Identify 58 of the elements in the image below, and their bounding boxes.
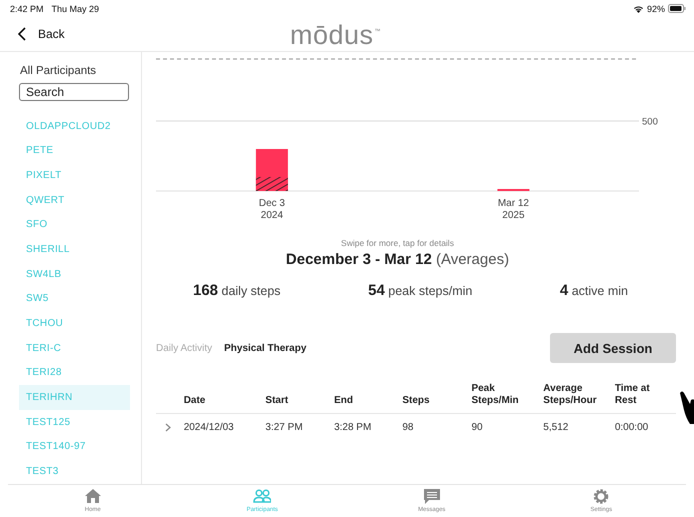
chevron-left-icon — [18, 27, 26, 41]
participant-item[interactable]: SFO — [19, 212, 130, 238]
logo-wordmark: mōdus — [290, 20, 374, 50]
column-header: Start — [265, 383, 334, 414]
status-time: 2:42 PM — [10, 4, 44, 14]
axis-category-label: Dec 3 — [258, 198, 285, 209]
table-cell: 3:28 PM — [334, 414, 402, 441]
participant-item[interactable]: TCHOU — [19, 311, 130, 336]
participant-item[interactable]: PIXELT — [19, 163, 130, 188]
stat-text: 4 active min — [560, 282, 628, 299]
search-field[interactable]: Search — [19, 83, 129, 101]
chart-hint: Swipe for more, tap for details — [340, 238, 455, 248]
battery-percentage: 92% — [646, 4, 665, 14]
segment-tab[interactable]: Physical Therapy — [224, 342, 306, 354]
participant-item[interactable]: QWERT — [19, 188, 130, 212]
column-header: Steps — [402, 383, 472, 414]
participant-item[interactable]: TERI-C — [19, 336, 130, 361]
table-cell: 5,512 — [543, 414, 615, 441]
participant-item[interactable]: TEST140-97 — [19, 434, 130, 460]
participant-item[interactable]: TEST3 — [19, 459, 130, 484]
participant-item[interactable]: TERIHRN — [19, 385, 130, 410]
column-header: Average Steps/Hour — [543, 383, 615, 414]
status-date: Thu May 29 — [52, 4, 100, 14]
chevron-right-icon[interactable] — [165, 423, 171, 432]
home-icon — [84, 488, 102, 505]
participant-item[interactable]: SW5 — [19, 286, 130, 312]
table-cell: 2024/12/03 — [184, 414, 266, 441]
axis-tick-label: 500 — [642, 116, 658, 128]
segment-tab[interactable]: Daily Activity — [156, 342, 212, 354]
participant-item[interactable]: SHERILL — [19, 237, 130, 262]
sidebar-title: All Participants — [20, 65, 98, 77]
stat-text: 54 peak steps/min — [368, 282, 472, 299]
participant-item[interactable]: OLDAPPCLOUD2 — [19, 114, 130, 138]
axis-category-label: 2025 — [502, 210, 525, 221]
column-header: End — [334, 383, 402, 414]
column-header: Peak Steps/Min — [471, 383, 544, 414]
table-cell: 3:27 PM — [265, 414, 334, 441]
participant-item[interactable]: TERI28 — [19, 360, 130, 386]
stat-text: 168 daily steps — [193, 282, 281, 299]
participant-item[interactable]: SW4LB — [19, 262, 130, 286]
bar — [256, 149, 288, 191]
message-icon — [422, 488, 441, 505]
participant-item[interactable]: TEST125 — [19, 410, 130, 435]
battery-icon — [668, 4, 686, 13]
settings-icon — [592, 488, 610, 505]
column-header: Time at Rest — [614, 383, 676, 414]
table-cell: 0:00:00 — [614, 414, 676, 441]
back-button[interactable]: Back — [18, 27, 65, 41]
axis-category-label: 2024 — [260, 210, 284, 221]
add-session-button[interactable]: Add Session — [550, 333, 676, 363]
people-icon — [253, 488, 272, 505]
wifi-icon — [632, 4, 644, 12]
table-cell: 90 — [471, 414, 544, 441]
participant-item[interactable]: PETE — [19, 138, 130, 164]
table-cell: 98 — [402, 414, 472, 441]
date-range-title: December 3 - Mar 12 (Averages) — [284, 251, 510, 268]
axis-category-label: Mar 12 — [498, 198, 529, 209]
column-header: Date — [184, 383, 266, 414]
